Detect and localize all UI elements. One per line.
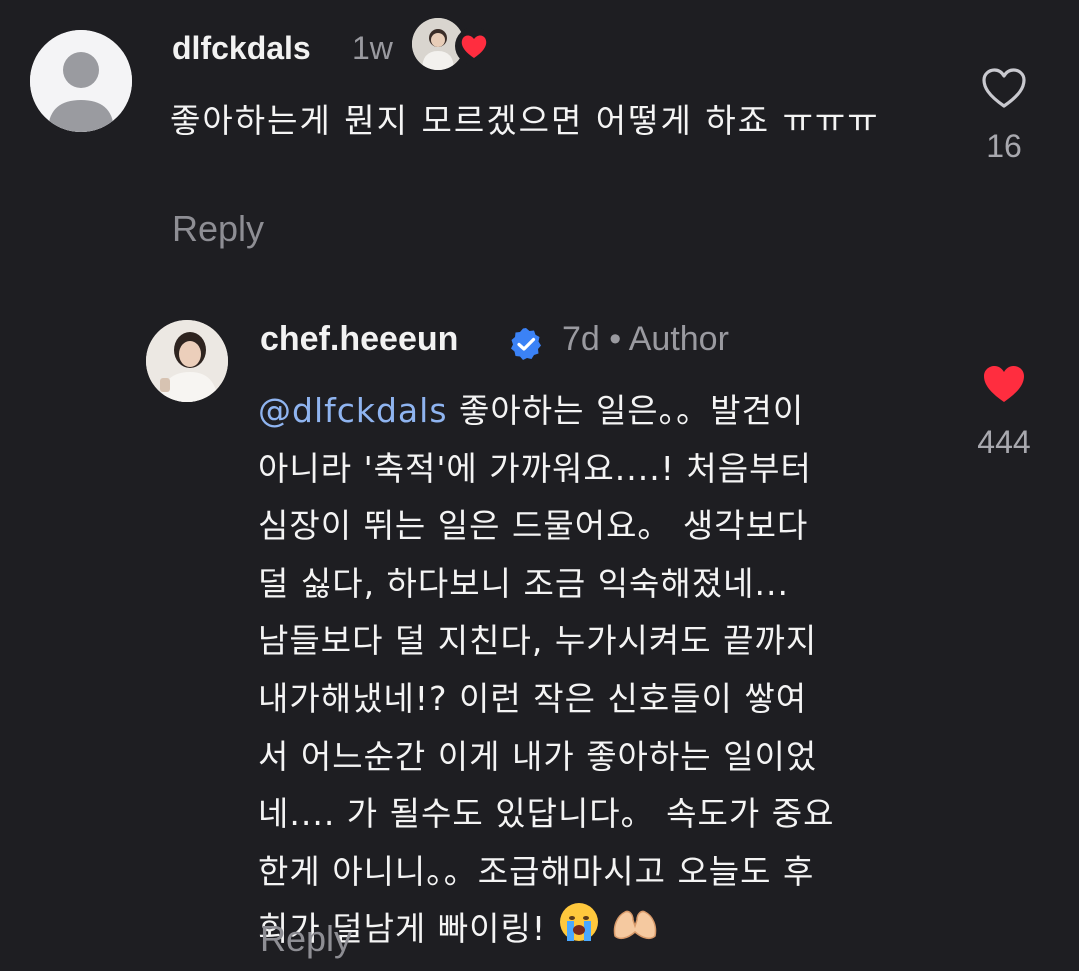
- reply-text: @dlfckdals 좋아하는 일은。。발견이 아니라 '축적'에 가까워요..…: [258, 382, 938, 961]
- comment-timestamp: 1w: [352, 30, 393, 66]
- reply-text-line: 덜 싫다, 하다보니 조금 익숙해졌네...: [258, 563, 789, 603]
- reply-meta: 7d • Author: [562, 320, 729, 358]
- comment-text: 좋아하는게 뭔지 모르겠으면 어떻게 하죠 ㅠㅠㅠ: [170, 101, 880, 140]
- reply-text-line: 서 어느순간 이게 내가 좋아하는 일이었: [258, 736, 818, 776]
- mention-link[interactable]: @dlfckdals: [258, 391, 448, 430]
- reply-button[interactable]: Reply: [260, 918, 352, 960]
- heart-hands-icon: [611, 902, 659, 960]
- reply-text-line: 회가 덜남게 빠이링!: [258, 900, 938, 960]
- heart-outline-icon[interactable]: [980, 66, 1028, 110]
- reply-text-line: 심장이 뛰는 일은 드물어요。 생각보다: [258, 506, 809, 546]
- reply-text-line: 한게 아니니。。조급해마시고 오늘도 후: [258, 851, 815, 891]
- reply-text-line: 내가해냈네!? 이런 작은 신호들이 쌓여: [258, 678, 808, 718]
- heart-filled-icon[interactable]: [980, 362, 1028, 406]
- default-avatar-icon[interactable]: [30, 30, 132, 132]
- crying-face-icon: [558, 901, 600, 961]
- like-count: 444: [977, 424, 1031, 460]
- reply-username[interactable]: chef.heeeun: [260, 320, 458, 359]
- reply-button[interactable]: Reply: [172, 208, 264, 250]
- comment-username[interactable]: dlfckdals: [172, 30, 311, 67]
- reply-text-line: 네.... 가 될수도 있답니다。 속도가 중요: [258, 794, 835, 834]
- comments-screen: dlfckdals 1w 좋아하는게 뭔지 모르겠으면 어떻게 하죠 ㅠㅠㅠ R…: [0, 0, 1079, 971]
- creator-liked-heart-icon: [454, 26, 494, 66]
- verified-badge-icon: [508, 326, 544, 362]
- reply-text-line: 아니라 '축적'에 가까워요....! 처음부터: [258, 448, 812, 488]
- reply-text-line: 남들보다 덜 지친다, 누가시켜도 끝까지: [258, 621, 818, 661]
- author-avatar[interactable]: [146, 320, 228, 402]
- reply-text-line: @dlfckdals 좋아하는 일은。。발견이: [258, 391, 805, 430]
- like-count: 16: [986, 128, 1022, 164]
